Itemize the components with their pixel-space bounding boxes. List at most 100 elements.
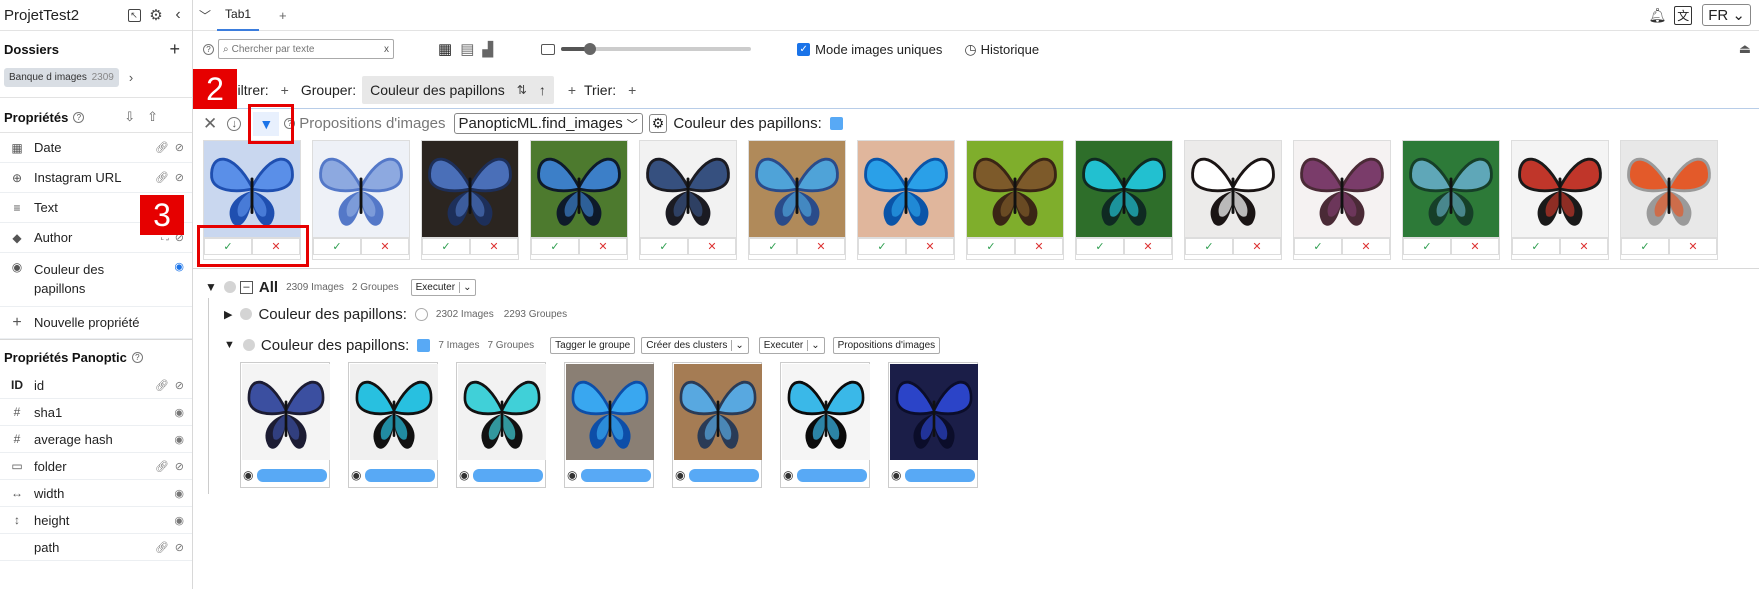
help-icon[interactable]: ?	[203, 43, 214, 55]
accept-button[interactable]: ✓	[1403, 238, 1451, 255]
proposition-image-card[interactable]: ✓ ✕	[1184, 140, 1282, 260]
accept-button[interactable]: ✓	[1294, 238, 1342, 255]
group-chip[interactable]: Couleur des papillons ⇅ ↑	[362, 76, 554, 104]
accept-button[interactable]: ✓	[1076, 238, 1124, 255]
select-circle[interactable]	[242, 339, 255, 351]
panoptic-property-row[interactable]: path 🔗︎ ⊘	[0, 534, 192, 561]
bell-icon[interactable]: 🔔︎	[1648, 7, 1666, 24]
sort-order-icon[interactable]: ⇅	[517, 83, 527, 97]
color-tag-pill[interactable]	[473, 468, 543, 482]
reject-button[interactable]: ✕	[1451, 238, 1499, 255]
chevron-left-icon[interactable]: ‹	[170, 6, 186, 23]
reject-button[interactable]: ✕	[1124, 238, 1172, 255]
broom-icon[interactable]: ⏏	[1739, 41, 1751, 57]
unique-mode-checkbox[interactable]: ✓	[797, 42, 811, 56]
color-property-bar[interactable]: ◉	[675, 467, 759, 483]
accept-button[interactable]: ✓	[749, 238, 797, 255]
search-box[interactable]: ⌕ x	[218, 39, 394, 59]
reject-button[interactable]: ✕	[1233, 238, 1281, 255]
link-icon[interactable]: 🔗︎	[155, 460, 169, 473]
proposition-image-card[interactable]: ✓ ✕	[1293, 140, 1391, 260]
hide-icon[interactable]: ⊘	[175, 379, 184, 392]
close-icon[interactable]: ✕	[203, 114, 217, 134]
accept-button[interactable]: ✓	[1512, 238, 1560, 255]
folder-item[interactable]: Banque d images 2309 ›	[0, 63, 192, 91]
proposition-image-card[interactable]: ✓ ✕	[639, 140, 737, 260]
tab-tab1[interactable]: Tab1	[217, 0, 260, 31]
butterfly-image[interactable]	[458, 364, 546, 460]
help-icon[interactable]: ?	[73, 111, 85, 123]
proposition-image-card[interactable]: ✓ ✕	[530, 140, 628, 260]
color-property-bar[interactable]: ◉	[351, 467, 435, 483]
eye-icon[interactable]: ◉	[174, 433, 184, 446]
butterfly-image[interactable]	[1076, 141, 1172, 237]
reject-button[interactable]: ✕	[688, 238, 736, 255]
graph-view-icon[interactable]: ▟	[482, 41, 493, 58]
accept-button[interactable]: ✓	[967, 238, 1015, 255]
collapse-panel-icon[interactable]: ↖	[126, 7, 142, 23]
reject-button[interactable]: ✕	[1015, 238, 1063, 255]
add-filter-icon[interactable]: +	[281, 82, 289, 98]
butterfly-image[interactable]	[1403, 141, 1499, 237]
caret-down-icon[interactable]: ▼	[205, 280, 217, 294]
eye-icon[interactable]: ◉	[174, 514, 184, 527]
property-row[interactable]: ⊕ Instagram URL 🔗︎ ⊘	[0, 163, 192, 193]
reject-button[interactable]: ✕	[361, 238, 409, 255]
link-icon[interactable]: 🔗︎	[155, 171, 169, 184]
butterfly-image[interactable]	[1185, 141, 1281, 237]
butterfly-image[interactable]	[858, 141, 954, 237]
butterfly-image[interactable]	[313, 141, 409, 237]
butterfly-image[interactable]	[674, 364, 762, 460]
hide-icon[interactable]: ⊘	[175, 171, 184, 184]
reject-button[interactable]: ✕	[1669, 238, 1717, 255]
group-image-card[interactable]: ◉	[348, 362, 438, 488]
search-input[interactable]	[231, 43, 384, 55]
download-icon[interactable]: ↓	[227, 116, 242, 131]
butterfly-image[interactable]	[1512, 141, 1608, 237]
color-tag-pill[interactable]	[905, 468, 975, 482]
color-property-bar[interactable]: ◉	[567, 467, 651, 483]
color-tag-pill[interactable]	[365, 468, 435, 482]
group-image-card[interactable]: ◉	[564, 362, 654, 488]
color-tag-pill[interactable]	[797, 468, 867, 482]
panoptic-property-row[interactable]: # average hash ◉	[0, 426, 192, 453]
history-icon[interactable]: ◷	[964, 41, 976, 58]
add-group-icon[interactable]: +	[568, 82, 576, 98]
accept-button[interactable]: ✓	[422, 238, 470, 255]
accept-button[interactable]: ✓	[1621, 238, 1669, 255]
accept-button[interactable]: ✓	[313, 238, 361, 255]
accept-button[interactable]: ✓	[858, 238, 906, 255]
gear-icon[interactable]: ⚙	[648, 114, 668, 133]
proposition-image-card[interactable]: ✓ ✕	[421, 140, 519, 260]
caret-right-icon[interactable]: ▶	[224, 308, 232, 321]
caret-down-icon[interactable]: ▼	[224, 339, 235, 351]
proposition-image-card[interactable]: ✓ ✕	[748, 140, 846, 260]
proposition-image-card[interactable]: ✓ ✕	[1620, 140, 1718, 260]
color-tag-swatch[interactable]	[829, 117, 843, 130]
select-circle[interactable]	[223, 281, 236, 293]
panoptic-property-row[interactable]: # sha1 ◉	[0, 399, 192, 426]
collapse-box-icon[interactable]: –	[239, 280, 253, 294]
chevron-down-icon[interactable]: ﹀	[199, 7, 211, 24]
butterfly-image[interactable]	[242, 364, 330, 460]
proposition-image-card[interactable]: ✓ ✕	[1075, 140, 1173, 260]
clear-search-button[interactable]: x	[384, 44, 389, 55]
color-property-bar[interactable]: ◉	[243, 467, 327, 483]
link-icon[interactable]: 🔗︎	[155, 141, 169, 154]
group-image-card[interactable]: ◉	[780, 362, 870, 488]
tag-group-button[interactable]: Tagger le groupe	[550, 336, 636, 354]
accept-button[interactable]: ✓	[531, 238, 579, 255]
reject-button[interactable]: ✕	[906, 238, 954, 255]
chevron-right-icon[interactable]: ›	[129, 70, 133, 85]
proposition-image-card[interactable]: ✓ ✕	[966, 140, 1064, 260]
history-button[interactable]: Historique	[981, 42, 1040, 57]
reject-button[interactable]: ✕	[797, 238, 845, 255]
reject-button[interactable]: ✕	[470, 238, 518, 255]
color-property-bar[interactable]: ◉	[891, 467, 975, 483]
butterfly-image[interactable]	[640, 141, 736, 237]
butterfly-image[interactable]	[422, 141, 518, 237]
reject-button[interactable]: ✕	[1342, 238, 1390, 255]
create-clusters-button[interactable]: Créer des clusters ⌄	[641, 336, 749, 354]
export-icon[interactable]: ⇧	[147, 109, 158, 125]
help-icon[interactable]: ?	[131, 351, 143, 363]
